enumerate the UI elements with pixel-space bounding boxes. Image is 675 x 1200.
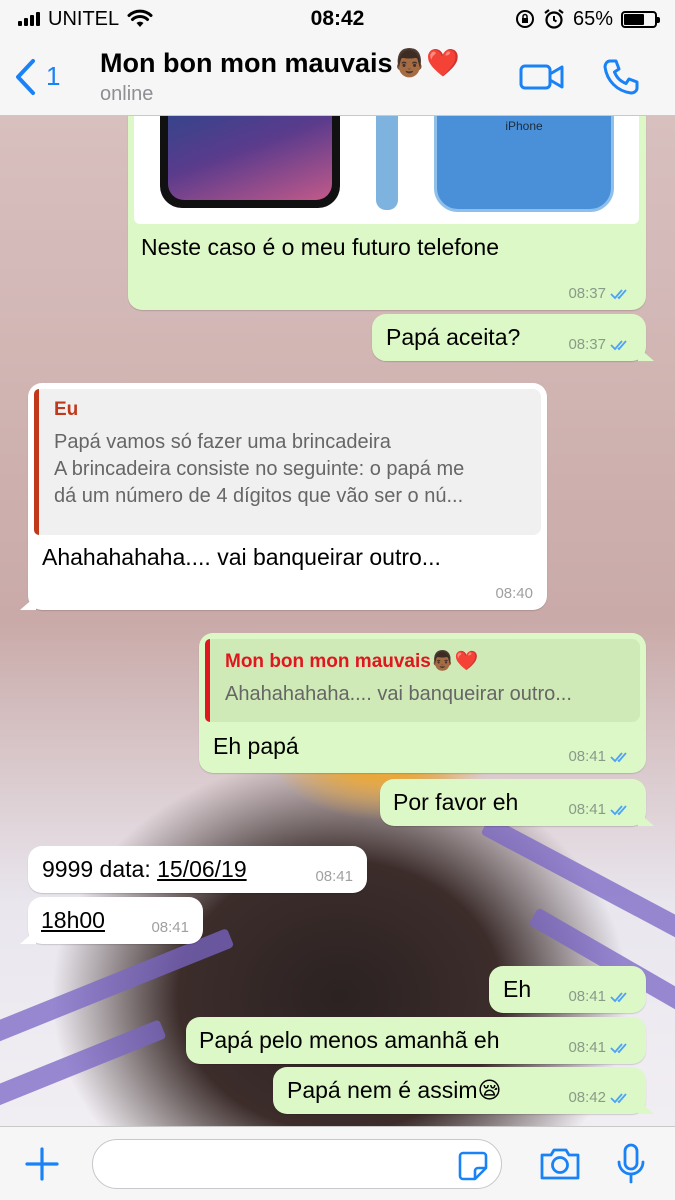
read-receipt-icon <box>610 288 627 299</box>
back-button[interactable]: 1 <box>0 58 100 96</box>
message-time: 08:41 <box>568 801 606 818</box>
video-call-icon[interactable] <box>519 62 565 92</box>
message-text: Eh papá <box>213 733 299 759</box>
quote-line: Papá vamos só fazer uma brincadeira <box>54 431 391 453</box>
message-time: 08:41 <box>568 748 606 765</box>
quote-line: Ahahahahaha.... vai banqueirar outro... <box>225 683 572 705</box>
message-text: Neste caso é o meu futuro telefone <box>141 234 499 260</box>
message-time: 08:37 <box>568 336 606 353</box>
image-attachment[interactable]: iPhone <box>134 116 639 224</box>
battery-icon <box>621 10 660 28</box>
image-caption-label: iPhone <box>505 119 543 133</box>
camera-icon[interactable] <box>538 1146 582 1182</box>
chat-background: iPhone Neste caso é o meu futuro telefon… <box>0 116 675 1126</box>
message-input[interactable] <box>109 1139 449 1188</box>
message-time: 08:41 <box>315 868 353 885</box>
message-bubble-outgoing[interactable]: Por favor eh 08:41 <box>380 779 646 826</box>
quoted-message[interactable]: Mon bon mon mauvais👨🏾❤️ Ahahahahaha.... … <box>205 639 640 722</box>
read-receipt-icon <box>610 991 627 1002</box>
message-text: Ahahahahaha.... vai banqueirar outro... <box>42 544 441 570</box>
message-text: Por favor eh <box>393 789 519 815</box>
quote-line: A brincadeira consiste no seguinte: o pa… <box>54 458 465 480</box>
message-bubble-outgoing[interactable]: Papá aceita? 08:37 <box>372 314 646 361</box>
message-time: 08:41 <box>151 919 189 936</box>
quote-author: Eu <box>54 399 79 420</box>
read-receipt-icon <box>610 751 627 762</box>
chat-header: 1 Mon bon mon mauvais👨🏾❤️ online <box>0 38 675 116</box>
message-bubble-incoming[interactable]: 9999 data: 15/06/19 08:41 <box>28 846 367 893</box>
date-link[interactable]: 15/06/19 <box>157 856 247 882</box>
message-input-field[interactable] <box>92 1138 502 1189</box>
microphone-icon[interactable] <box>616 1143 646 1185</box>
message-time: 08:42 <box>568 1089 606 1106</box>
quoted-message[interactable]: Eu Papá vamos só fazer uma brincadeira A… <box>34 389 541 535</box>
quote-line: dá um número de 4 dígitos que vão ser o … <box>54 485 464 507</box>
message-time: 08:37 <box>568 285 606 302</box>
composer-bar <box>0 1126 675 1200</box>
message-bubble-outgoing[interactable]: Mon bon mon mauvais👨🏾❤️ Ahahahahaha.... … <box>199 633 646 773</box>
chevron-left-icon <box>16 58 35 95</box>
carrier-label: UNITEL <box>48 7 120 30</box>
message-text: Papá aceita? <box>386 324 521 350</box>
sticker-icon[interactable] <box>457 1150 489 1182</box>
message-bubble-incoming[interactable]: 18h00 08:41 <box>28 897 203 944</box>
message-text: 9999 data: 15/06/19 <box>42 856 247 883</box>
orientation-lock-icon <box>515 10 534 28</box>
message-time: 08:40 <box>495 585 533 602</box>
wifi-icon <box>127 9 153 27</box>
plus-icon[interactable] <box>22 1144 62 1184</box>
message-time: 08:41 <box>568 1039 606 1056</box>
clock: 08:42 <box>310 7 365 30</box>
read-receipt-icon <box>610 1092 627 1103</box>
battery-percent: 65% <box>572 7 613 30</box>
message-bubble-incoming[interactable]: Eu Papá vamos só fazer uma brincadeira A… <box>28 383 547 610</box>
read-receipt-icon <box>610 339 627 350</box>
contact-info[interactable]: Mon bon mon mauvais👨🏾❤️ online <box>100 47 519 106</box>
message-text-prefix: 9999 data: <box>42 856 158 882</box>
status-bar: UNITEL 08:42 65% <box>0 0 675 38</box>
message-text: Papá nem é assim😪 <box>287 1077 502 1103</box>
signal-icon <box>18 12 40 26</box>
quote-author: Mon bon mon mauvais👨🏾❤️ <box>225 651 479 672</box>
contact-status: online <box>100 83 154 105</box>
read-receipt-icon <box>610 1042 627 1053</box>
alarm-icon <box>544 9 564 29</box>
message-bubble-outgoing[interactable]: Papá pelo menos amanhã eh 08:41 <box>186 1017 646 1064</box>
message-bubble-outgoing[interactable]: Eh 08:41 <box>489 966 646 1013</box>
read-receipt-icon <box>610 804 627 815</box>
phone-call-icon[interactable] <box>601 57 641 97</box>
message-bubble-outgoing[interactable]: Papá nem é assim😪 08:42 <box>273 1067 646 1114</box>
unread-count: 1 <box>46 61 61 91</box>
contact-name: Mon bon mon mauvais👨🏾❤️ <box>100 48 460 78</box>
message-time: 08:41 <box>568 988 606 1005</box>
message-text: Papá pelo menos amanhã eh <box>199 1027 500 1053</box>
time-link[interactable]: 18h00 <box>41 907 105 934</box>
message-text: Eh <box>503 976 532 1002</box>
message-bubble-outgoing[interactable]: iPhone Neste caso é o meu futuro telefon… <box>128 116 646 310</box>
